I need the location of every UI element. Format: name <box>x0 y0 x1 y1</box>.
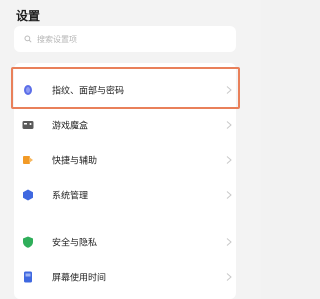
settings-item-fingerprint-face-password[interactable]: 指纹、面部与密码 <box>14 72 236 108</box>
search-box[interactable] <box>14 26 236 52</box>
settings-item-security-privacy[interactable]: 安全与隐私 <box>14 224 236 260</box>
screen-time-icon <box>22 271 34 283</box>
settings-group-security-and-system: 指纹、面部与密码 游戏魔盒 快捷与辅助 系统管理 <box>14 63 236 233</box>
settings-item-label: 游戏魔盒 <box>52 121 89 132</box>
chevron-right-icon <box>226 121 232 129</box>
search-input[interactable] <box>37 34 217 44</box>
chevron-right-icon <box>226 273 232 281</box>
settings-group-privacy-and-screen-time: 安全与隐私 屏幕使用时间 <box>14 221 236 299</box>
settings-item-screen-time[interactable]: 屏幕使用时间 <box>14 259 236 295</box>
page-title: 设置 <box>16 9 41 23</box>
settings-item-shortcuts-accessibility[interactable]: 快捷与辅助 <box>14 142 236 178</box>
settings-page: 设置 指纹、面部与密码 游戏魔盒 快捷与辅助 <box>0 0 261 299</box>
search-icon <box>24 35 32 43</box>
settings-item-system-management[interactable]: 系统管理 <box>14 177 236 213</box>
system-management-icon <box>22 189 34 201</box>
settings-item-label: 安全与隐私 <box>52 238 98 249</box>
settings-item-label: 快捷与辅助 <box>52 156 98 167</box>
shield-icon <box>22 236 34 248</box>
shortcut-assist-icon <box>22 154 34 166</box>
settings-item-game-box[interactable]: 游戏魔盒 <box>14 107 236 143</box>
game-box-icon <box>22 119 34 131</box>
settings-item-label: 指纹、面部与密码 <box>52 86 125 97</box>
settings-item-label: 系统管理 <box>52 191 89 202</box>
chevron-right-icon <box>226 238 232 246</box>
chevron-right-icon <box>226 86 232 94</box>
chevron-right-icon <box>226 156 232 164</box>
chevron-right-icon <box>226 191 232 199</box>
fingerprint-lock-icon <box>22 84 34 96</box>
settings-item-label: 屏幕使用时间 <box>52 273 107 284</box>
